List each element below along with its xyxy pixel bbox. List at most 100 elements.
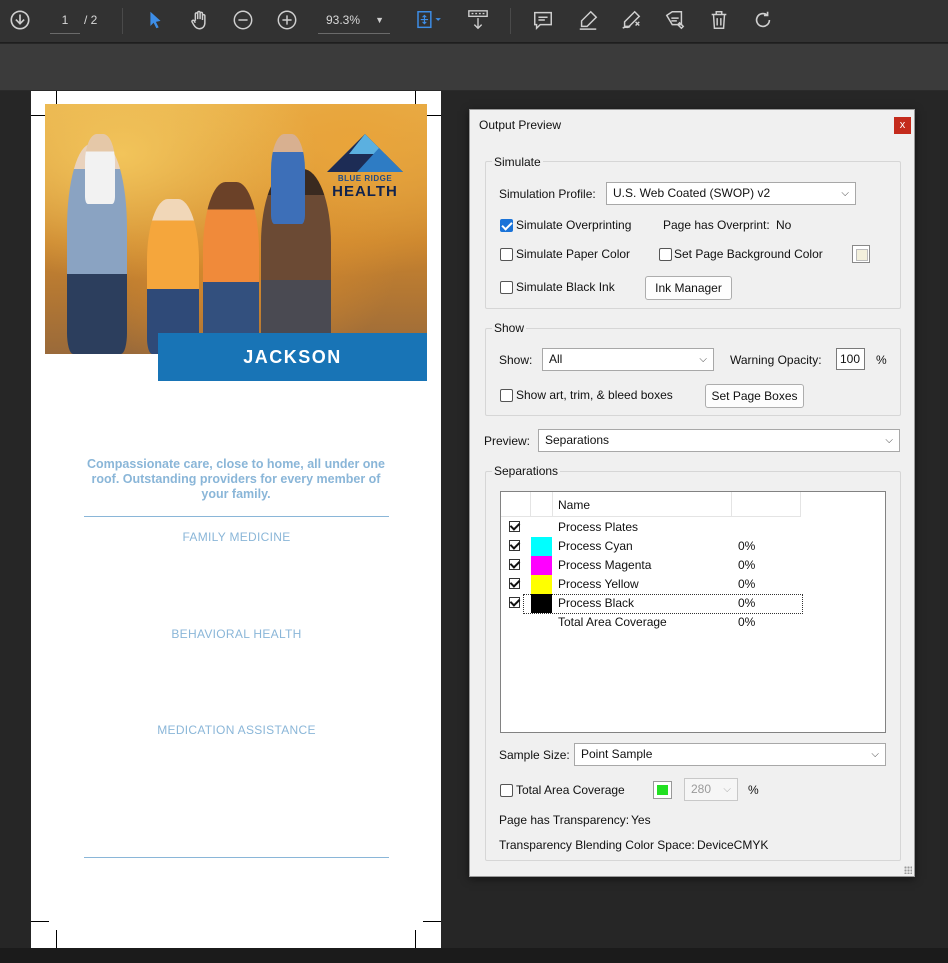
toolbar-divider: [122, 8, 123, 34]
secondary-toolbar: [0, 44, 948, 91]
total-area-coverage-checkbox[interactable]: [500, 784, 513, 797]
logo-line2: HEALTH: [332, 183, 398, 200]
header-col-check: [501, 492, 531, 517]
ink-manager-button[interactable]: Ink Manager: [645, 276, 732, 300]
separation-row[interactable]: Process Yellow 0%: [501, 575, 885, 594]
close-button[interactable]: x: [894, 117, 911, 134]
separation-percent: 0%: [738, 596, 756, 610]
toolbar-divider: [510, 8, 511, 34]
warning-opacity-input[interactable]: 100: [836, 348, 865, 370]
show-boxes-label: Show art, trim, & bleed boxes: [516, 388, 673, 402]
photo-figure: [203, 182, 259, 354]
chevron-down-icon: ⌵: [885, 435, 893, 446]
page-display-icon[interactable]: [412, 8, 446, 32]
simulation-profile-value: U.S. Web Coated (SWOP) v2: [613, 186, 771, 200]
show-group-label: Show: [492, 321, 527, 335]
photo-figure: [271, 134, 305, 224]
blue-ridge-health-logo: BLUE RIDGE HEALTH: [327, 132, 403, 200]
preview-select[interactable]: Separations ⌵: [538, 429, 900, 452]
warning-opacity-unit: %: [876, 353, 887, 367]
simulation-profile-select[interactable]: U.S. Web Coated (SWOP) v2 ⌵: [606, 182, 856, 205]
draw-icon[interactable]: [619, 8, 643, 32]
separation-percent: 0%: [738, 615, 756, 629]
crop-mark: [31, 921, 49, 922]
chevron-down-icon: ⌵: [699, 354, 707, 365]
separation-name: Process Magenta: [558, 558, 652, 572]
page-number-input[interactable]: 1: [50, 8, 80, 34]
chevron-down-icon: ⌵: [871, 749, 879, 760]
simulate-paper-color-checkbox[interactable]: [500, 248, 513, 261]
separation-row[interactable]: Process Magenta 0%: [501, 556, 885, 575]
photo-figure: [147, 199, 199, 354]
show-boxes-checkbox[interactable]: [500, 389, 513, 402]
sample-size-label: Sample Size:: [499, 748, 570, 762]
hand-tool-icon[interactable]: [187, 8, 211, 32]
sample-size-select[interactable]: Point Sample ⌵: [574, 743, 886, 766]
blending-space-label: Transparency Blending Color Space:: [499, 838, 695, 852]
resize-grip-icon[interactable]: [904, 866, 912, 874]
simulate-overprinting-label: Simulate Overprinting: [516, 218, 632, 232]
highlight-pen-icon[interactable]: [576, 8, 600, 32]
select-cursor-icon[interactable]: [143, 8, 167, 32]
page-background-color-swatch[interactable]: [852, 245, 870, 263]
download-icon[interactable]: [8, 8, 32, 32]
separation-checkbox[interactable]: [509, 578, 520, 589]
separation-name: Total Area Coverage: [558, 615, 667, 629]
coverage-color-swatch[interactable]: [653, 781, 672, 799]
rotate-icon[interactable]: [751, 8, 775, 32]
simulate-group-label: Simulate: [492, 155, 543, 169]
magenta-swatch: [531, 556, 552, 575]
chevron-down-icon: ▼: [375, 15, 384, 25]
chevron-down-icon: ⌵: [841, 188, 849, 199]
set-page-boxes-button[interactable]: Set Page Boxes: [705, 384, 804, 408]
simulate-black-ink-label: Simulate Black Ink: [516, 280, 615, 294]
page-overprint-value: No: [776, 218, 792, 232]
separation-row[interactable]: Process Plates: [501, 518, 885, 537]
separation-row[interactable]: Process Cyan 0%: [501, 537, 885, 556]
service-behavioral-health: BEHAVIORAL HEALTH: [171, 627, 302, 641]
total-area-coverage-select[interactable]: 280 ⌵: [684, 778, 738, 801]
scroll-mode-icon[interactable]: [466, 8, 490, 32]
simulate-black-ink-checkbox[interactable]: [500, 281, 513, 294]
separations-list[interactable]: Name Process Plates Process Cyan 0% Proc…: [500, 491, 886, 733]
crop-mark: [415, 930, 416, 948]
show-select[interactable]: All ⌵: [542, 348, 714, 371]
tagline: Compassionate care, close to home, all u…: [87, 457, 385, 501]
service-family-medicine: FAMILY MEDICINE: [182, 530, 291, 544]
top-toolbar: 1 / 2 93.3% ▼: [0, 0, 948, 43]
separation-checkbox[interactable]: [509, 559, 520, 570]
page-total: / 2: [84, 13, 98, 27]
zoom-out-icon[interactable]: [231, 8, 255, 32]
warning-opacity-label: Warning Opacity:: [730, 353, 822, 367]
zoom-value: 93.3%: [326, 13, 361, 27]
comment-icon[interactable]: [531, 8, 555, 32]
preview-label: Preview:: [484, 434, 531, 448]
separation-row[interactable]: Total Area Coverage 0%: [501, 613, 885, 632]
page-transparency-value: Yes: [631, 813, 651, 827]
separation-name: Process Black: [558, 596, 635, 610]
delete-icon[interactable]: [707, 8, 731, 32]
edit-text-icon[interactable]: [663, 8, 687, 32]
cyan-swatch: [531, 537, 552, 556]
photo-figure: [85, 134, 115, 204]
page-overprint-label: Page has Overprint:: [663, 218, 770, 232]
header-col-swatch: [531, 492, 553, 517]
show-value: All: [549, 352, 563, 366]
sample-size-value: Point Sample: [581, 747, 653, 761]
separation-name: Process Plates: [558, 520, 639, 534]
separation-checkbox[interactable]: [509, 521, 520, 532]
set-page-background-checkbox[interactable]: [659, 248, 672, 261]
separation-name: Process Yellow: [558, 577, 639, 591]
simulate-overprinting-checkbox[interactable]: [500, 219, 513, 232]
show-group: [485, 328, 901, 416]
output-preview-dialog: Output Preview x Simulate Simulation Pro…: [469, 109, 915, 877]
zoom-select[interactable]: 93.3% ▼: [318, 8, 390, 34]
separation-percent: 0%: [738, 577, 756, 591]
separation-checkbox[interactable]: [509, 597, 520, 608]
separation-percent: 0%: [738, 539, 756, 553]
separation-checkbox[interactable]: [509, 540, 520, 551]
zoom-in-icon[interactable]: [275, 8, 299, 32]
separations-group-label: Separations: [492, 464, 561, 478]
separation-row-selected[interactable]: Process Black 0%: [501, 594, 885, 614]
family-photo: BLUE RIDGE HEALTH: [45, 104, 427, 354]
